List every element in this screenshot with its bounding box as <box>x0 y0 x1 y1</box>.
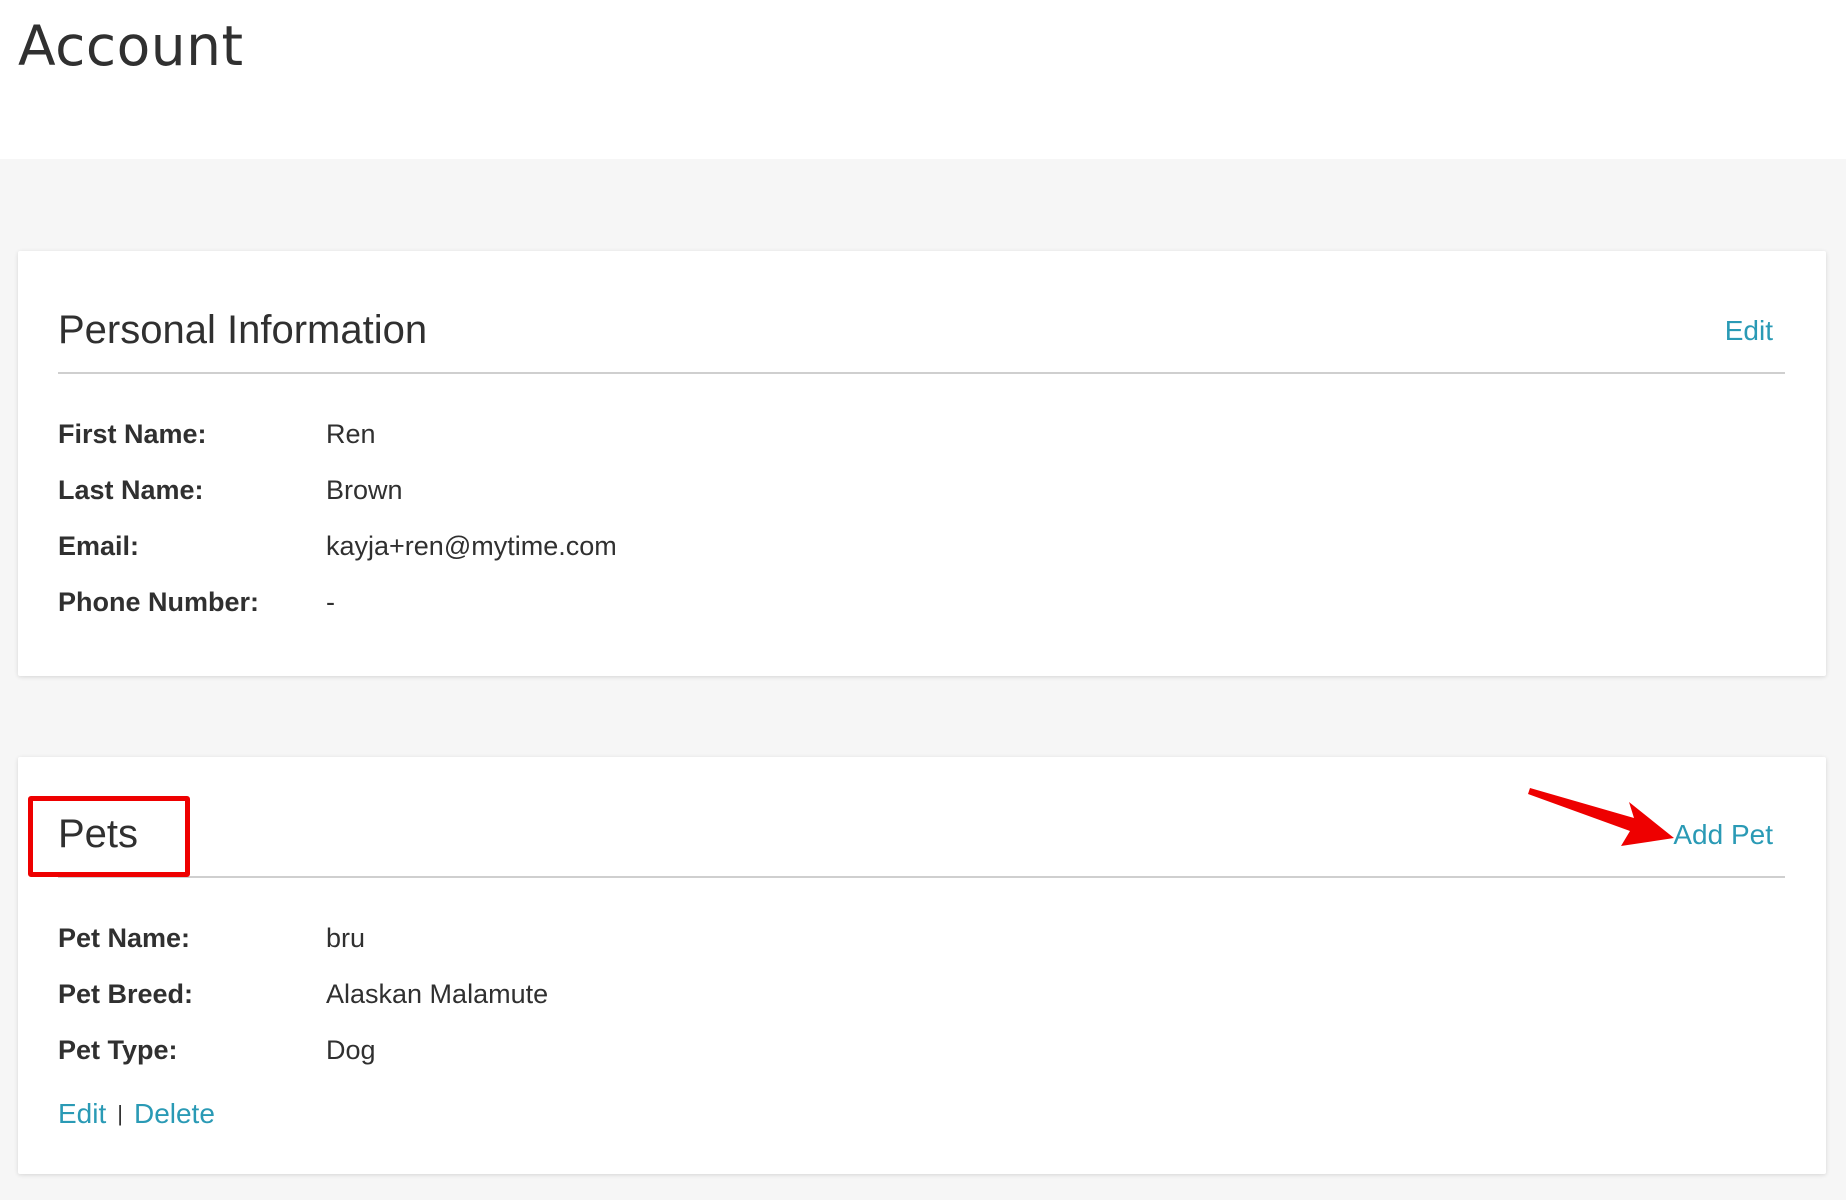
personal-information-title: Personal Information <box>58 308 428 352</box>
edit-pet-link[interactable]: Edit <box>58 1098 106 1129</box>
first-name-label: First Name: <box>58 419 207 449</box>
pet-name-label: Pet Name: <box>58 923 191 953</box>
personal-information-header: Personal Information Edit <box>58 251 1785 374</box>
pets-header: Pets Add Pet <box>58 757 1785 878</box>
phone-number-label: Phone Number: <box>58 587 260 617</box>
email-label: Email: <box>58 531 140 561</box>
pet-type-label: Pet Type: <box>58 1035 178 1065</box>
add-pet-link[interactable]: Add Pet <box>1673 818 1773 852</box>
pet-name-value: bru <box>326 923 366 953</box>
edit-personal-information-link[interactable]: Edit <box>1725 314 1773 348</box>
pet-type-value: Dog <box>326 1035 376 1065</box>
pet-breed-label: Pet Breed: <box>58 979 194 1009</box>
first-name-value: Ren <box>326 419 376 449</box>
page-header: Account <box>0 0 1846 159</box>
pets-highlight-box <box>28 796 190 877</box>
delete-pet-link[interactable]: Delete <box>134 1098 215 1129</box>
last-name-value: Brown <box>326 475 403 505</box>
phone-number-value: - <box>326 587 335 617</box>
pet-actions: Edit | Delete <box>58 1097 215 1133</box>
page-title: Account <box>18 14 244 78</box>
email-value: kayja+ren@mytime.com <box>326 531 617 561</box>
red-arrow-icon <box>1528 788 1674 846</box>
action-separator: | <box>117 1101 123 1126</box>
pet-breed-value: Alaskan Malamute <box>326 979 549 1009</box>
personal-information-card: Personal Information Edit First Name: Re… <box>18 251 1826 676</box>
red-arrow-shape <box>1528 788 1674 846</box>
last-name-label: Last Name: <box>58 475 204 505</box>
